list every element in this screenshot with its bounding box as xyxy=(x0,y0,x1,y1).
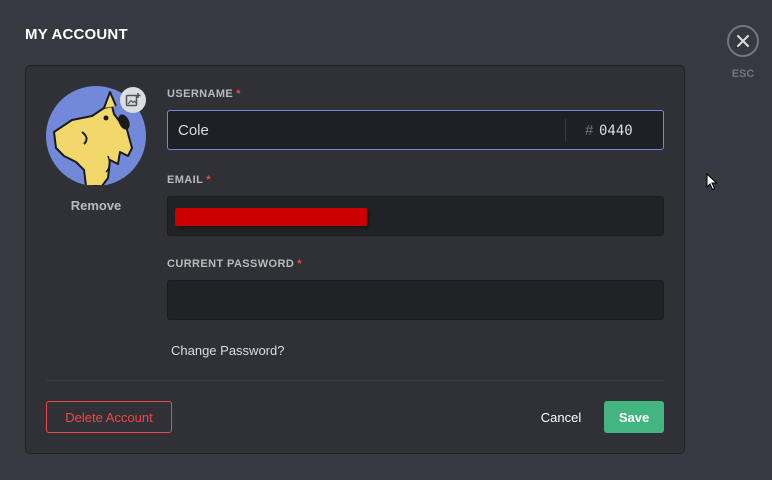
username-value[interactable]: Cole xyxy=(178,122,209,139)
username-label-text: USERNAME xyxy=(167,88,234,100)
delete-account-button[interactable]: Delete Account xyxy=(46,401,172,433)
close-icon xyxy=(737,35,749,47)
page-title: MY ACCOUNT xyxy=(25,26,128,43)
current-password-input[interactable] xyxy=(167,280,664,320)
esc-label: ESC xyxy=(731,68,755,80)
discriminator-value[interactable]: 0440 xyxy=(599,123,633,139)
divider xyxy=(46,380,664,381)
required-marker: * xyxy=(236,88,241,100)
close-control[interactable]: ESC xyxy=(725,25,761,80)
email-label: EMAIL * xyxy=(167,174,211,186)
password-label-text: CURRENT PASSWORD xyxy=(167,258,295,270)
remove-avatar-link[interactable]: Remove xyxy=(46,198,146,213)
save-button[interactable]: Save xyxy=(604,401,664,433)
add-image-icon xyxy=(125,93,141,107)
password-label: CURRENT PASSWORD * xyxy=(167,258,302,270)
username-input[interactable]: Cole # 0440 xyxy=(167,110,664,150)
cancel-button[interactable]: Cancel xyxy=(529,401,593,433)
required-marker: * xyxy=(297,258,302,270)
mouse-cursor-icon xyxy=(706,173,718,191)
required-marker: * xyxy=(206,174,211,186)
change-password-link[interactable]: Change Password? xyxy=(171,343,284,358)
email-label-text: EMAIL xyxy=(167,174,204,186)
tag-divider xyxy=(565,119,566,141)
email-input[interactable] xyxy=(167,196,664,236)
change-avatar-button[interactable] xyxy=(120,87,146,113)
username-label: USERNAME * xyxy=(167,88,241,100)
account-card: Remove USERNAME * Cole # 0440 EMAIL * CURR… xyxy=(25,65,685,454)
redacted-email-block xyxy=(175,208,367,226)
hash-symbol: # xyxy=(585,122,594,139)
close-button[interactable] xyxy=(727,25,759,57)
